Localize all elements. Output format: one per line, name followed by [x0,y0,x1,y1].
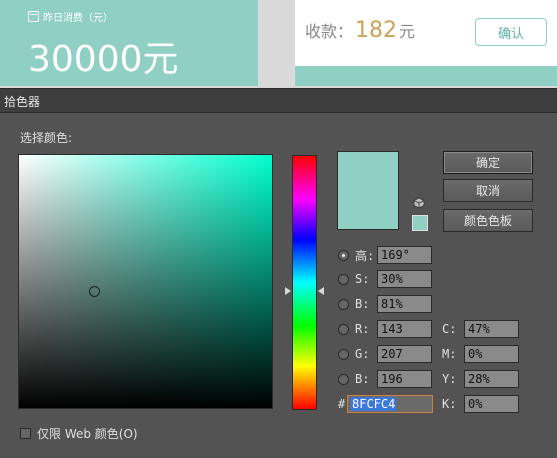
green-input[interactable]: 207 [377,345,432,363]
brightness-input[interactable]: 81% [377,295,432,313]
saturation-brightness-field[interactable] [18,154,273,409]
brightness-label: B: [355,297,370,311]
ok-button[interactable]: 确定 [443,151,533,174]
color-swatches-button[interactable]: 颜色色板 [443,209,533,232]
hex-row: # 8FCFC4 [338,395,433,413]
green-row: G: 207 [338,345,432,363]
black-label: K: [442,397,457,411]
websafe-checkbox[interactable] [20,428,31,439]
hex-value: 8FCFC4 [351,397,397,411]
yellow-label: Y: [442,372,457,386]
color-picker-dialog: 拾色器 选择颜色: 确定 取消 颜色色板 高: 169° S: 30% B: 8… [0,88,557,458]
saturation-input[interactable]: 30% [377,270,432,288]
hue-slider-right-handle-icon[interactable] [318,287,324,295]
background-page: 昨日消费（元） 30000元 收款： 182 元 确认 [0,0,557,92]
new-color-swatch [337,151,399,230]
dialog-title: 拾色器 [4,95,41,109]
cancel-button[interactable]: 取消 [443,179,533,202]
payment-unit: 元 [399,22,416,41]
cyan-input[interactable]: 47% [464,320,519,338]
select-color-label: 选择颜色: [20,131,73,145]
hue-radio[interactable] [338,249,349,261]
red-row: R: 143 [338,320,432,338]
brightness-radio[interactable] [338,298,349,310]
dialog-titlebar[interactable]: 拾色器 [0,89,557,113]
cyan-label: C: [442,322,457,336]
color-picker-cursor[interactable] [89,286,100,297]
payment-card: 收款： 182 元 确认 [294,0,557,86]
black-input[interactable]: 0% [464,395,519,413]
green-radio[interactable] [338,348,349,360]
calendar-icon [28,11,39,22]
stat-label: 昨日消费（元） [43,13,113,24]
payment-label: 收款： [305,22,354,41]
blue-input[interactable]: 196 [377,370,432,388]
yellow-row: Y: 28% [442,370,519,388]
payment-amount: 182 [355,18,398,43]
hue-row: 高: 169° [338,246,432,264]
black-row: K: 0% [442,395,519,413]
yellow-input[interactable]: 28% [464,370,519,388]
magenta-input[interactable]: 0% [464,345,519,363]
magenta-label: M: [442,347,457,361]
web-safe-color-swatch[interactable] [412,215,428,231]
stat-label-row: 昨日消费（元） [28,9,113,24]
hex-label: # [338,397,346,411]
web-safe-cube-icon[interactable] [413,197,425,209]
hue-input[interactable]: 169° [377,246,432,264]
payment-strip [295,66,557,86]
payment-row: 收款： 182 元 [305,18,415,43]
hex-input[interactable]: 8FCFC4 [347,395,433,413]
cyan-row: C: 47% [442,320,519,338]
websafe-option[interactable]: 仅限 Web 颜色(O) [20,425,138,442]
hue-slider[interactable] [292,155,317,410]
hue-label: 高: [355,248,375,263]
green-label: G: [355,347,370,361]
red-label: R: [355,322,370,336]
blue-label: B: [355,372,370,386]
blue-radio[interactable] [338,373,349,385]
websafe-label: 仅限 Web 颜色(O) [37,427,138,441]
blue-row: B: 196 [338,370,432,388]
saturation-label: S: [355,272,370,286]
yesterday-spend-card: 昨日消费（元） 30000元 [0,0,258,86]
stat-amount: 30000元 [28,39,179,80]
confirm-button[interactable]: 确认 [475,18,547,46]
saturation-radio[interactable] [338,273,349,285]
red-input[interactable]: 143 [377,320,432,338]
brightness-row: B: 81% [338,295,432,313]
red-radio[interactable] [338,323,349,335]
hue-slider-left-handle-icon[interactable] [285,287,291,295]
magenta-row: M: 0% [442,345,519,363]
saturation-row: S: 30% [338,270,432,288]
